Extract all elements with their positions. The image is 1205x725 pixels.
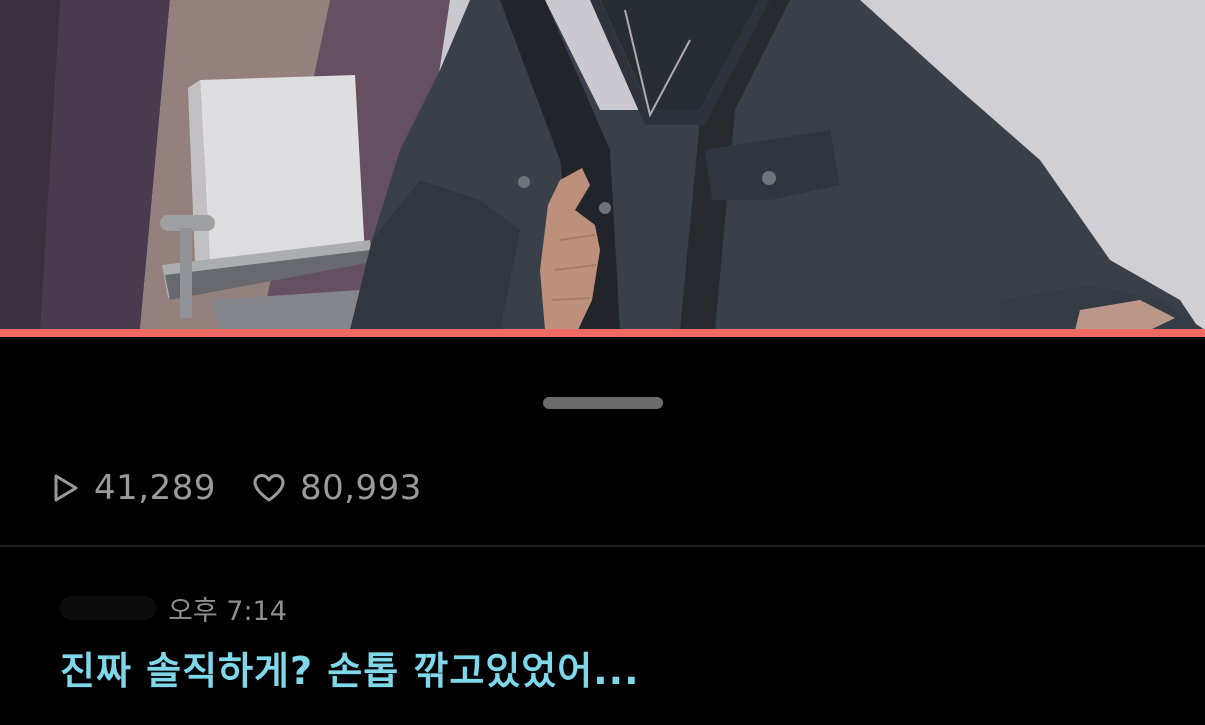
like-count: 80,993 [252, 468, 422, 508]
comment-header: 오후 7:14 [60, 588, 287, 628]
live-replay-screen: 41,289 80,993 오후 7:14 진짜 솔직하게? 손톱 깎고있었어.… [0, 0, 1205, 725]
video-frame-image [0, 0, 1205, 330]
video-stats: 41,289 80,993 [52, 462, 422, 514]
comment-author[interactable] [60, 596, 156, 620]
video-player[interactable] [0, 0, 1205, 330]
play-count-value: 41,289 [94, 468, 216, 508]
sheet-drag-handle[interactable] [543, 397, 663, 409]
comment-time: 오후 7:14 [168, 595, 287, 627]
play-icon [52, 472, 80, 504]
section-divider [0, 545, 1205, 547]
like-count-value: 80,993 [299, 468, 422, 508]
heart-icon [252, 473, 286, 503]
comment-text: 진짜 솔직하게? 손톱 깎고있었어... [60, 649, 640, 693]
play-count: 41,289 [52, 468, 216, 508]
video-progress-bar[interactable] [0, 329, 1205, 337]
video-progress-fill [0, 329, 1205, 337]
